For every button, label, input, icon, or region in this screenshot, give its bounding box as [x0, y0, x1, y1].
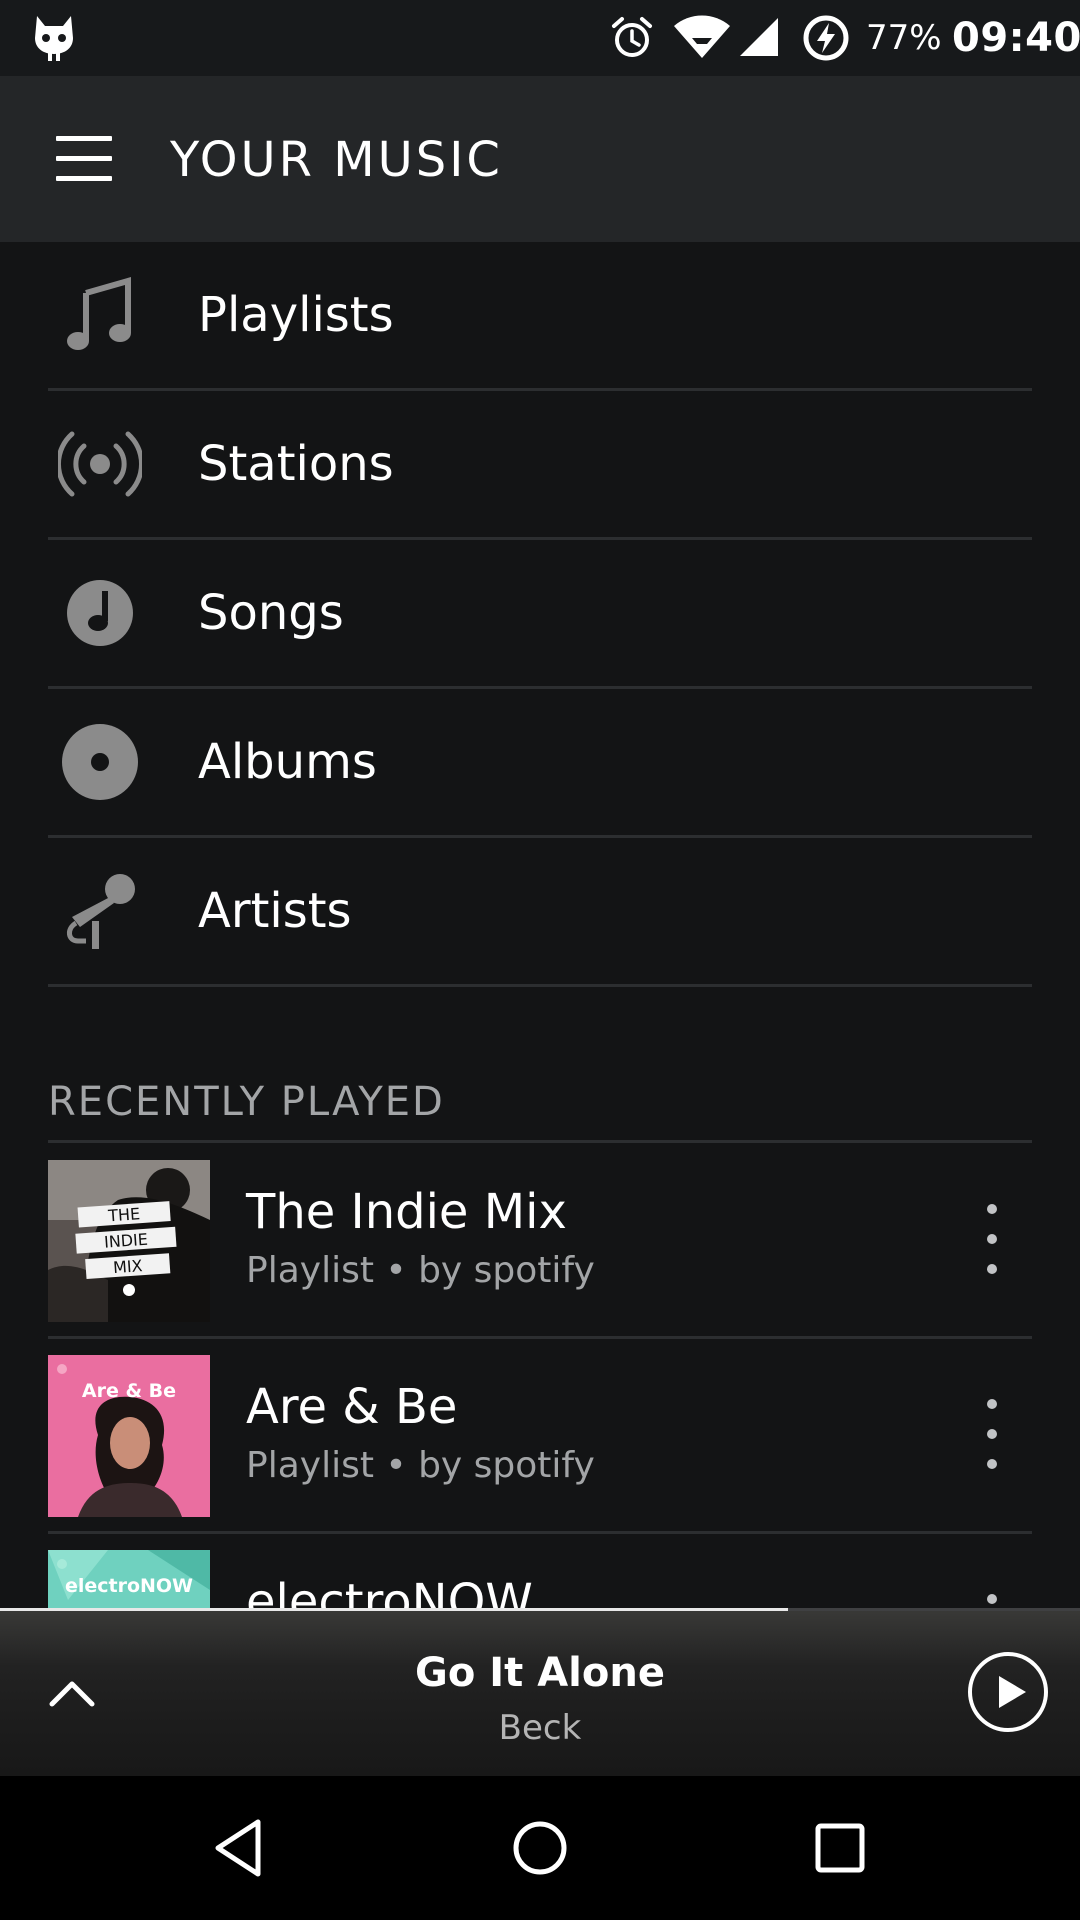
- screen: 77% 09:40 YOUR MUSIC Playlists Stations …: [0, 0, 1080, 1920]
- library-item-label: Playlists: [198, 287, 394, 343]
- battery-percentage: 77%: [866, 18, 942, 58]
- playlist-cover-image: THE INDIE MIX: [48, 1160, 210, 1322]
- battery-charging-icon: [803, 15, 849, 61]
- back-icon[interactable]: [204, 1812, 276, 1884]
- library-item-albums[interactable]: Albums: [48, 689, 1032, 838]
- clock: 09:40: [952, 15, 1080, 61]
- playlist-subtitle: Playlist • by spotify: [246, 1445, 595, 1486]
- now-playing-artist: Beck: [498, 1708, 582, 1748]
- library-item-label: Stations: [198, 436, 394, 492]
- svg-text:THE: THE: [107, 1204, 141, 1225]
- recently-played-heading: RECENTLY PLAYED: [48, 1076, 1032, 1143]
- more-options-icon[interactable]: [964, 1190, 1020, 1290]
- svg-text:MIX: MIX: [112, 1256, 143, 1277]
- alarm-icon: [612, 17, 652, 57]
- microphone-icon: [67, 874, 135, 949]
- recents-icon[interactable]: [804, 1812, 876, 1884]
- playlist-subtitle: Playlist • by spotify: [246, 1250, 595, 1291]
- cell-signal-icon: [740, 18, 778, 56]
- list-item[interactable]: Are & Be Are & Be Playlist • by spotify: [48, 1339, 1032, 1534]
- library-item-label: Artists: [198, 883, 352, 939]
- now-playing-title: Go It Alone: [415, 1650, 665, 1696]
- wifi-icon: [674, 15, 730, 58]
- library-item-label: Albums: [198, 734, 377, 790]
- playlist-title: Are & Be: [246, 1379, 458, 1435]
- playlist-title: The Indie Mix: [246, 1184, 567, 1240]
- library-item-label: Songs: [198, 585, 344, 641]
- playback-progress-track: [0, 1608, 1080, 1611]
- list-item[interactable]: THE INDIE MIX The Indie Mix Playlist • b…: [48, 1144, 1032, 1339]
- library-list: Playlists Stations Songs Albums Artists: [0, 242, 1080, 987]
- playlist-cover-image: Are & Be: [48, 1355, 210, 1517]
- svg-text:electroNOW: electroNOW: [65, 1575, 193, 1597]
- svg-text:INDIE: INDIE: [103, 1230, 148, 1252]
- hamburger-menu-icon[interactable]: [44, 126, 124, 192]
- library-item-artists[interactable]: Artists: [48, 838, 1032, 987]
- playback-progress-fill: [0, 1608, 789, 1611]
- more-options-icon[interactable]: [964, 1385, 1020, 1485]
- radio-broadcast-icon: [58, 431, 142, 497]
- album-disc-icon: [62, 724, 138, 800]
- top-bar: YOUR MUSIC: [0, 76, 1080, 242]
- now-playing-bar[interactable]: Go It Alone Beck: [0, 1608, 1080, 1776]
- library-item-songs[interactable]: Songs: [48, 540, 1032, 689]
- music-note-icon: [67, 277, 131, 350]
- svg-text:Are & Be: Are & Be: [82, 1380, 176, 1402]
- system-nav-bar: [0, 1776, 1080, 1920]
- home-icon[interactable]: [504, 1812, 576, 1884]
- library-item-stations[interactable]: Stations: [48, 391, 1032, 540]
- library-item-playlists[interactable]: Playlists: [48, 242, 1032, 391]
- song-disc-icon: [67, 580, 133, 646]
- cyanogen-cat-icon: [35, 16, 73, 61]
- page-title: YOUR MUSIC: [170, 132, 503, 188]
- status-bar: 77% 09:40: [0, 0, 1080, 76]
- play-icon[interactable]: [966, 1650, 1050, 1734]
